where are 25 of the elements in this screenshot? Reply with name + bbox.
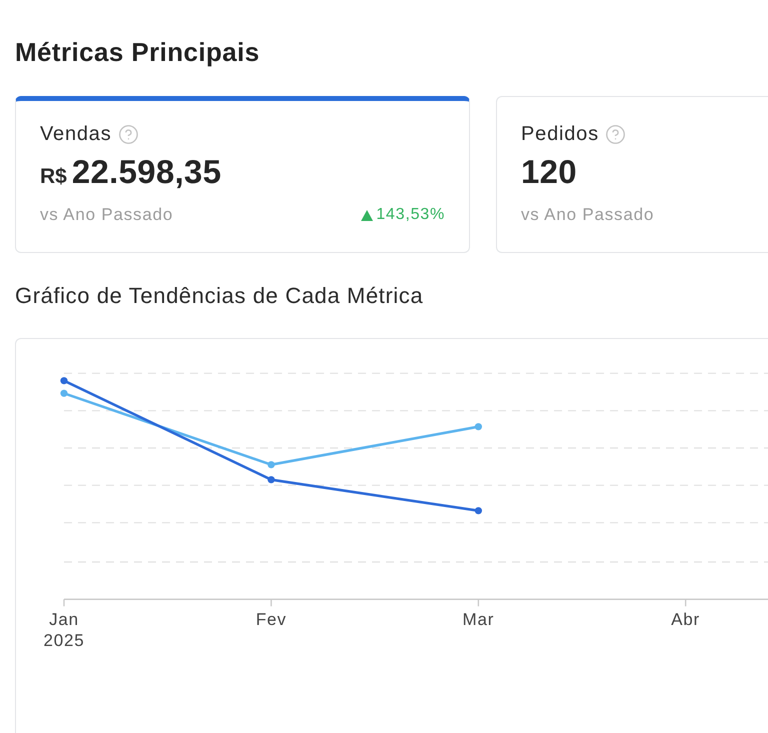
currency-symbol: R$ [40,164,67,190]
x-axis-year-label: 2025 [43,631,85,650]
metric-value: 120 [521,154,577,190]
data-point [474,423,482,430]
metric-value: 22.598,35 [72,154,222,190]
comparison-label: vs Ano Passado [521,205,654,225]
comparison-label: vs Ano Passado [40,205,174,225]
metric-card[interactable]: Vendas R$22.598,35 vs Ano Passado 143,53% [15,96,470,253]
metric-label: Pedidos [521,122,599,146]
x-axis-label: Abr [671,610,700,629]
data-point [268,461,275,468]
data-point [474,507,482,514]
data-point [60,377,68,384]
help-icon[interactable] [118,124,139,144]
x-axis-label: Jan [49,610,79,629]
section-heading: Métricas Principais [15,36,260,68]
help-icon[interactable] [604,124,626,144]
x-axis-label: Fev [256,610,287,629]
metric-card[interactable]: Pedidos 120 vs Ano Passado [496,96,768,253]
chart-heading: Gráfico de Tendências de Cada Métrica [15,282,424,310]
x-axis-label: Mar [462,610,494,629]
metric-label: Vendas [40,122,112,146]
data-point [60,390,68,397]
change-percentage: 143,53% [376,205,445,225]
data-point [268,476,275,484]
